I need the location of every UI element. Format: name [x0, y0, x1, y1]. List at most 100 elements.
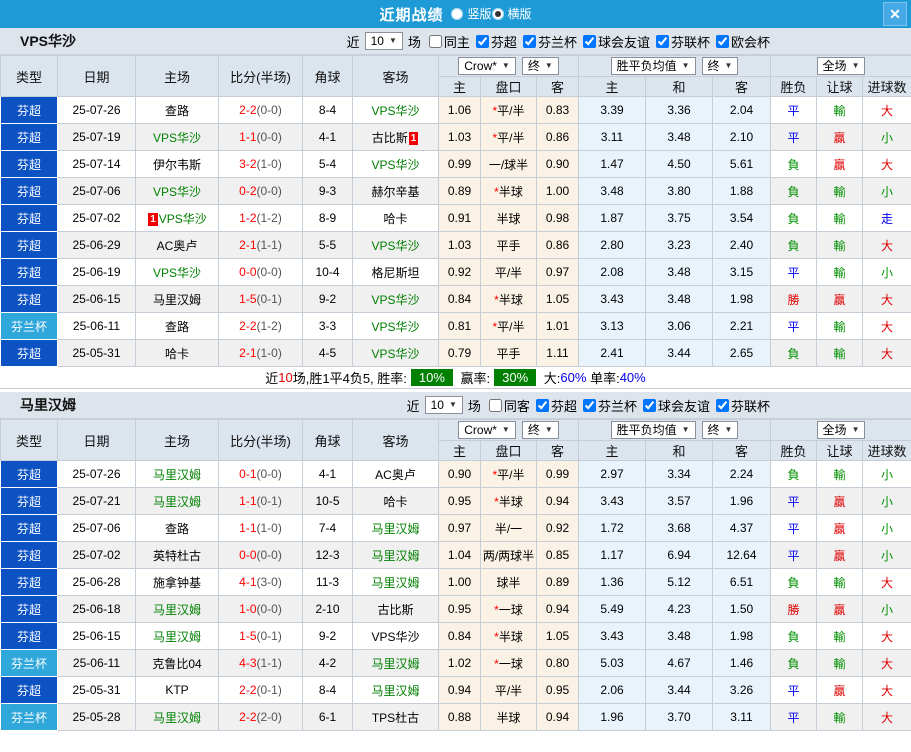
crow-handicap: *平/半 — [480, 312, 537, 340]
layout-radio-horizontal[interactable]: 横版 — [491, 5, 532, 22]
radio-label: 横版 — [507, 7, 532, 22]
league-checkbox[interactable] — [642, 398, 656, 412]
league-filter[interactable]: 芬联杯 — [652, 32, 710, 51]
crow-handicap: 平手 — [480, 231, 537, 259]
avg-lose: 1.50 — [711, 595, 772, 623]
match-date: 25-06-11 — [57, 649, 136, 677]
match-date: 25-07-06 — [57, 177, 136, 205]
league-checkbox[interactable] — [535, 398, 549, 412]
away-team: VPS华沙 — [352, 150, 439, 178]
avg-lose: 4.37 — [711, 514, 772, 542]
avg-odds-select[interactable]: 胜平负均值 ▼ — [610, 57, 696, 75]
layout-radio-vertical[interactable]: 竖版 — [451, 5, 492, 22]
crow-away-odds: 0.86 — [536, 123, 579, 151]
result-handicap: 輸 — [816, 568, 864, 596]
league-checkbox[interactable] — [475, 34, 489, 48]
league-checkbox[interactable] — [655, 34, 669, 48]
result-goals: 大 — [862, 231, 911, 259]
full-score: 1-1 — [239, 494, 257, 508]
red-card-icon: 1 — [148, 212, 158, 226]
league-checkbox[interactable] — [522, 34, 536, 48]
avg-win: 3.39 — [578, 96, 646, 124]
home-team: 马里汉姆 — [135, 595, 219, 623]
table-row: 芬超 25-07-06 VPS华沙 0-2(0-0) 9-3 赫尔辛基 0.89 *半球 1.0… — [0, 177, 911, 205]
result-handicap: 贏 — [816, 541, 864, 569]
league-label: 球会友谊 — [597, 34, 650, 50]
table-row: 芬超 25-07-06 查路 1-1(1-0) 7-4 马里汉姆 0.97 半/一 0.92 1.… — [0, 514, 911, 542]
result-handicap: 輸 — [816, 258, 864, 286]
avg-draw: 3.70 — [645, 703, 713, 731]
near-label: 近 — [346, 34, 360, 50]
avg-draw: 3.44 — [645, 339, 713, 367]
away-team-name: 哈卡 — [383, 211, 408, 226]
result-handicap: 輸 — [816, 96, 864, 124]
full-score: 4-1 — [239, 575, 257, 589]
section-header: 马里汉姆 近 10 ▼ 场 同客 芬超 芬兰杯 球会友谊 芬联杯 — [0, 392, 911, 419]
league-checkbox[interactable] — [582, 398, 596, 412]
league-filter[interactable]: 芬超 — [532, 396, 577, 415]
final-odds-select-label: 终 — [527, 423, 540, 437]
league-filter[interactable]: 芬联杯 — [712, 396, 770, 415]
avg-final-select[interactable]: 终 ▼ — [701, 57, 739, 75]
avg-lose: 2.24 — [711, 460, 772, 488]
league-filter[interactable]: 球会友谊 — [639, 396, 710, 415]
col-header: 日期 — [57, 419, 136, 461]
full-score: 1-5 — [239, 629, 257, 643]
league-filter[interactable]: 芬兰杯 — [519, 32, 577, 51]
away-team-name: VPS华沙 — [371, 238, 420, 253]
full-match-select[interactable]: 全场 ▼ — [816, 57, 866, 75]
avg-lose: 3.11 — [711, 703, 772, 731]
result-wdl: 勝 — [770, 595, 818, 623]
match-type-badge: 芬超 — [0, 568, 58, 596]
same-venue-filter[interactable]: 同客 — [485, 396, 530, 415]
avg-draw: 3.48 — [645, 258, 713, 286]
odds-company-select[interactable]: Crow* ▼ — [458, 57, 516, 75]
league-filter[interactable]: 欧会杯 — [712, 32, 770, 51]
league-filter[interactable]: 球会友谊 — [579, 32, 650, 51]
corner-score: 4-5 — [302, 339, 353, 367]
final-odds-select[interactable]: 终 ▼ — [521, 421, 559, 439]
avg-win: 3.11 — [578, 123, 646, 151]
match-type-badge: 芬超 — [0, 96, 58, 124]
same-venue-filter[interactable]: 同主 — [425, 32, 470, 51]
handicap-text: 半/一 — [494, 521, 523, 536]
league-checkbox[interactable] — [582, 34, 596, 48]
match-count-select[interactable]: 10 ▼ — [424, 396, 463, 414]
match-type-badge: 芬兰杯 — [0, 703, 58, 731]
handicap-text: 平手 — [496, 238, 521, 253]
crow-home-odds: 0.81 — [438, 312, 481, 340]
match-count-select[interactable]: 10 ▼ — [364, 32, 403, 50]
avg-odds-select[interactable]: 胜平负均值 ▼ — [610, 421, 696, 439]
final-odds-select[interactable]: 终 ▼ — [521, 57, 559, 75]
match-type-badge: 芬超 — [0, 622, 58, 650]
sub-col-header: 主 — [578, 440, 646, 461]
result-handicap: 輸 — [816, 177, 864, 205]
summary-segment: 大: — [540, 371, 561, 386]
same-venue-checkbox[interactable] — [428, 34, 442, 48]
same-venue-checkbox[interactable] — [488, 398, 502, 412]
section-mariehamn: 马里汉姆近 10 ▼ 场同客 芬超 芬兰杯 球会友谊 芬联杯 类型 日期 主场 比分(半场) 角球 客场 C… — [0, 392, 911, 731]
crow-away-odds: 0.89 — [536, 568, 579, 596]
close-button[interactable]: ✕ — [883, 2, 907, 26]
handicap-text: 平/半 — [497, 130, 525, 145]
crow-handicap: *一球 — [480, 595, 537, 623]
chevron-down-icon: ▼ — [544, 425, 553, 434]
league-filter[interactable]: 芬超 — [472, 32, 517, 51]
avg-final-select[interactable]: 终 ▼ — [701, 421, 739, 439]
col-header: 角球 — [302, 419, 353, 461]
avg-draw: 3.68 — [645, 514, 713, 542]
league-checkbox[interactable] — [715, 398, 729, 412]
odds-company-select[interactable]: Crow* ▼ — [458, 421, 516, 439]
half-score: (1-0) — [256, 346, 282, 360]
result-wdl: 平 — [770, 312, 818, 340]
league-checkbox[interactable] — [715, 34, 729, 48]
avg-lose: 2.21 — [711, 312, 772, 340]
league-filter[interactable]: 芬兰杯 — [579, 396, 637, 415]
avg-draw: 3.80 — [645, 177, 713, 205]
avg-win: 3.43 — [578, 622, 646, 650]
full-score: 1-0 — [239, 602, 257, 616]
full-match-select[interactable]: 全场 ▼ — [816, 421, 866, 439]
match-date: 25-07-02 — [57, 204, 136, 232]
chevron-down-icon: ▼ — [448, 400, 457, 409]
handicap-text: 半球 — [496, 211, 521, 226]
